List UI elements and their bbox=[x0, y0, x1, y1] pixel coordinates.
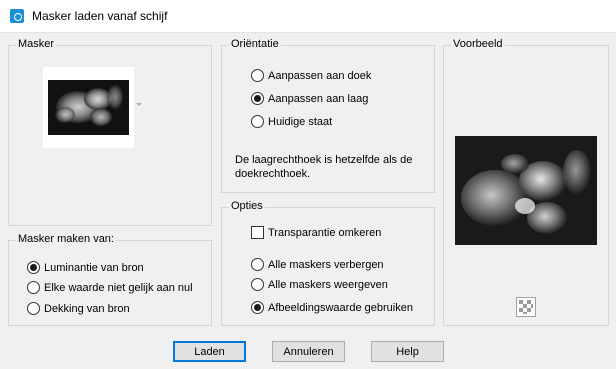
options-group-label: Opties bbox=[229, 200, 265, 212]
title-bar: Masker laden vanaf schijf bbox=[0, 0, 616, 33]
mask-group-label: Masker bbox=[16, 38, 57, 50]
radio-fit-canvas[interactable]: Aanpassen aan doek bbox=[251, 69, 371, 82]
radio-luminance-indicator bbox=[27, 261, 40, 274]
mask-thumbnail bbox=[48, 80, 129, 135]
radio-show-all-masks[interactable]: Alle maskers weergeven bbox=[251, 278, 388, 291]
radio-use-image-value[interactable]: Afbeeldingswaarde gebruiken bbox=[251, 301, 413, 314]
radio-nonzero[interactable]: Elke waarde niet gelijk aan nul bbox=[27, 281, 193, 294]
invert-transparency-label: Transparantie omkeren bbox=[268, 226, 382, 239]
radio-nonzero-label: Elke waarde niet gelijk aan nul bbox=[44, 281, 193, 294]
mask-thumbnail-picker[interactable] bbox=[43, 67, 134, 148]
orientation-group-label: Oriëntatie bbox=[229, 38, 281, 50]
load-button[interactable]: Laden bbox=[173, 341, 246, 362]
radio-hide-all-masks-label: Alle maskers verbergen bbox=[268, 258, 384, 271]
radio-luminance-label: Luminantie van bron bbox=[44, 261, 144, 274]
radio-fit-canvas-indicator bbox=[251, 69, 264, 82]
radio-hide-all-masks[interactable]: Alle maskers verbergen bbox=[251, 258, 384, 271]
orientation-info-text: De laagrechthoek is hetzelfde als de doe… bbox=[235, 154, 413, 180]
radio-current-state-label: Huidige staat bbox=[268, 115, 333, 128]
preview-group-label: Voorbeeld bbox=[451, 38, 505, 50]
radio-opacity-indicator bbox=[27, 302, 40, 315]
radio-hide-all-masks-indicator bbox=[251, 258, 264, 271]
radio-current-state-indicator bbox=[251, 115, 264, 128]
help-button[interactable]: Help bbox=[371, 341, 444, 362]
radio-show-all-masks-indicator bbox=[251, 278, 264, 291]
radio-show-all-masks-label: Alle maskers weergeven bbox=[268, 278, 388, 291]
radio-fit-canvas-label: Aanpassen aan doek bbox=[268, 69, 372, 82]
preview-image bbox=[455, 136, 597, 245]
radio-current-state[interactable]: Huidige staat bbox=[251, 115, 332, 128]
radio-nonzero-indicator bbox=[27, 281, 40, 294]
radio-opacity-label: Dekking van bron bbox=[44, 302, 130, 315]
radio-use-image-value-label: Afbeeldingswaarde gebruiken bbox=[268, 301, 413, 314]
radio-luminance[interactable]: Luminantie van bron bbox=[27, 261, 144, 274]
window-title: Masker laden vanaf schijf bbox=[32, 9, 168, 23]
mask-source-label: Masker maken van: bbox=[16, 233, 116, 245]
app-icon bbox=[10, 9, 24, 23]
radio-opacity[interactable]: Dekking van bron bbox=[27, 302, 130, 315]
radio-fit-layer-indicator bbox=[251, 92, 264, 105]
radio-fit-layer[interactable]: Aanpassen aan laag bbox=[251, 92, 368, 105]
invert-transparency-checkbox[interactable]: Transparantie omkeren bbox=[251, 226, 381, 239]
mask-dropdown-arrow-icon[interactable] bbox=[136, 103, 142, 106]
invert-transparency-box bbox=[251, 226, 264, 239]
cancel-button[interactable]: Annuleren bbox=[272, 341, 345, 362]
radio-fit-layer-label: Aanpassen aan laag bbox=[268, 92, 369, 105]
transparency-checker-icon[interactable] bbox=[516, 297, 536, 317]
radio-use-image-value-indicator bbox=[251, 301, 264, 314]
